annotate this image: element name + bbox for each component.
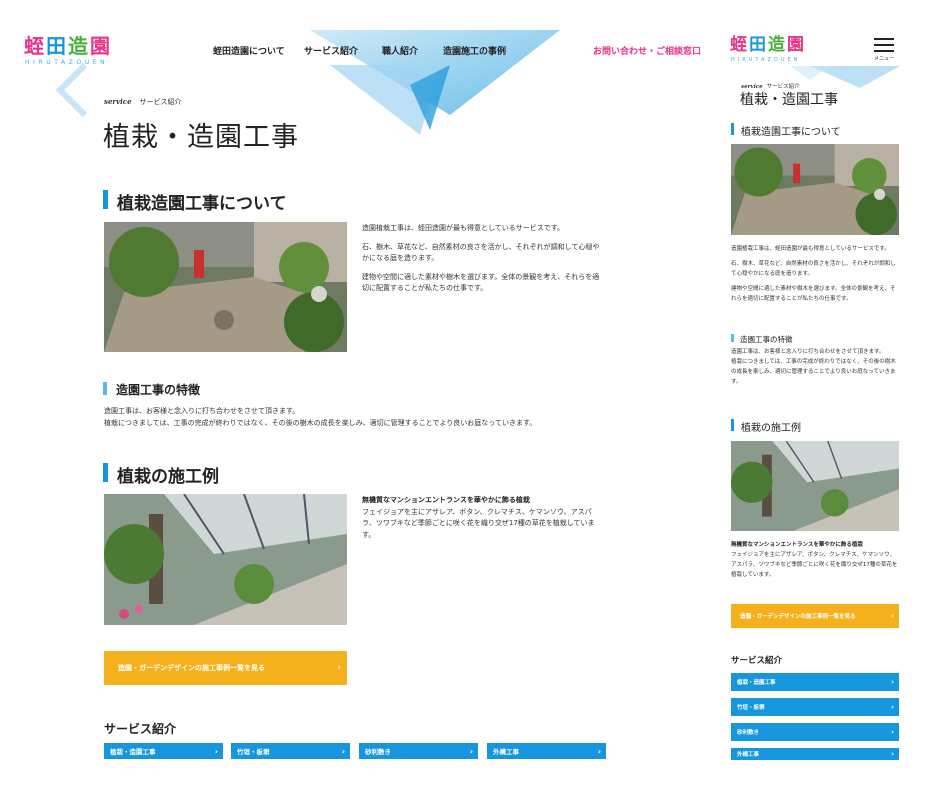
nav-contact[interactable]: お問い合わせ・ご相談窓口	[593, 44, 701, 57]
mobile-feature-text: 造園工事は、お客様と念入りに打ち合わせをさせて頂きます。 植栽につきましては、工…	[731, 347, 899, 387]
nav-craftsmen[interactable]: 職人紹介	[382, 44, 418, 57]
logo-char: 造	[768, 35, 785, 55]
nav-about[interactable]: 蛭田造園について	[213, 44, 285, 57]
mobile-site-logo[interactable]: 蛭 田 造 園 HIRUTAZOUEN	[730, 35, 806, 64]
breadcrumb-script[interactable]: service	[104, 97, 132, 106]
mobile-heading-about: 植栽造園工事について	[731, 123, 841, 138]
garden-photo	[104, 222, 347, 352]
mobile-heading-cases: 植栽の施工例	[731, 419, 801, 434]
about-paragraph: 建物や空間に適した素材や樹木を選びます。全体の景観を考え、それらを適切に配置する…	[362, 272, 600, 293]
hamburger-menu-icon[interactable]: メニュー	[874, 38, 894, 62]
menu-label: メニュー	[874, 56, 895, 62]
section-heading-feature: 造園工事の特徴	[103, 381, 200, 398]
mobile-service-button-exterior[interactable]: 外構工事 ›	[731, 748, 899, 760]
services-heading: サービス紹介	[104, 722, 177, 736]
feature-text: 造園工事は、お客様と念入りに打ち合わせをさせて頂きます。 植栽につきましては、工…	[104, 406, 664, 429]
section-heading-cases: 植栽の施工例	[103, 462, 219, 487]
chevron-right-icon: ›	[341, 746, 345, 756]
site-logo[interactable]: 蛭 田 造 園 HIRUTAZOUEN	[24, 34, 112, 66]
mobile-services-heading: サービス紹介	[731, 656, 783, 666]
logo-char: 蛭	[24, 34, 44, 58]
mobile-case-list-button[interactable]: 造園・ガーデンデザインの施工事例一覧を見る ›	[731, 604, 899, 628]
case-description: フェイジョアを主にアザレア、ボタン、クレマチス、ケマンソウ、アスパラ、ツワブキな…	[731, 552, 898, 578]
chevron-right-icon: ›	[891, 750, 894, 758]
about-paragraph: 造園植栽工事は、蛭田造園が最も得意としているサービスです。	[362, 224, 565, 232]
breadcrumb: service サービス紹介	[104, 97, 182, 107]
feature-paragraph: 造園工事は、お客様と念入りに打ち合わせをさせて頂きます。	[104, 407, 300, 415]
logo-char: 園	[787, 35, 804, 55]
about-paragraph: 石、樹木、草花など、自然素材の良さを活かし、それぞれが調和して心穏やかになる庭を…	[731, 261, 896, 277]
case-list-label: 造園・ガーデンデザインの施工事例一覧を見る	[740, 614, 856, 620]
logo-char: 蛭	[730, 35, 747, 55]
logo-char: 田	[749, 35, 766, 55]
feature-paragraph: 植栽につきましては、工事の完成が終わりではなく、その後の樹木の成長を楽しみ、適切…	[731, 359, 896, 385]
decor-triangle-left	[55, 62, 88, 118]
case-text: 無機質なマンションエントランスを華やかに飾る植栽 フェイジョアを主にアザレア、ボ…	[362, 495, 602, 541]
about-paragraph: 石、樹木、草花など、自然素材の良さを活かし、それぞれが調和して心穏やかになる庭を…	[362, 242, 600, 263]
service-label: 外構工事	[737, 752, 760, 758]
service-button-planting[interactable]: 植栽・造園工事 ›	[104, 743, 223, 759]
section-heading-about: 植栽造園工事について	[103, 189, 287, 214]
nav-services[interactable]: サービス紹介	[304, 44, 358, 57]
chevron-right-icon: ›	[469, 746, 473, 756]
mobile-service-button-fence[interactable]: 竹垣・板塀 ›	[731, 698, 899, 716]
chevron-right-icon: ›	[891, 703, 894, 711]
case-title: 無機質なマンションエントランスを華やかに飾る植栽	[362, 496, 530, 504]
mobile-heading-feature: 造園工事の特徴	[731, 334, 793, 345]
mobile-garden-photo	[731, 144, 899, 235]
mobile-case-photo	[731, 441, 899, 531]
logo-subtitle: HIRUTAZOUEN	[25, 59, 109, 66]
logo-char: 園	[90, 34, 110, 58]
logo-char: 造	[68, 34, 88, 58]
service-label: 砂利敷き	[365, 748, 391, 756]
logo-char: 田	[46, 34, 66, 58]
decor-triangles-top	[310, 30, 560, 135]
service-label: 砂利敷き	[737, 730, 760, 736]
chevron-right-icon: ›	[214, 746, 218, 756]
chevron-right-icon: ›	[597, 746, 601, 756]
service-label: 竹垣・板塀	[737, 705, 765, 711]
service-button-fence[interactable]: 竹垣・板塀 ›	[231, 743, 350, 759]
page-title: 植栽・造園工事	[103, 122, 299, 153]
nav-cases[interactable]: 造園施工の事例	[443, 44, 506, 57]
service-button-exterior[interactable]: 外構工事 ›	[487, 743, 606, 759]
mobile-page-title: 植栽・造園工事	[740, 92, 838, 108]
case-list-label: 造園・ガーデンデザインの施工事例一覧を見る	[118, 664, 265, 672]
about-paragraph: 造園植栽工事は、蛭田造園が最も得意としているサービスです。	[731, 246, 890, 252]
service-label: 植栽・造園工事	[110, 748, 156, 756]
service-button-gravel[interactable]: 砂利敷き ›	[359, 743, 478, 759]
logo-subtitle: HIRUTAZOUEN	[731, 57, 801, 63]
service-label: 植栽・造園工事	[737, 680, 776, 686]
chevron-right-icon: ›	[891, 728, 894, 736]
decor-triangle-mobile	[790, 66, 900, 88]
about-text: 造園植栽工事は、蛭田造園が最も得意としているサービスです。 石、樹木、草花など、…	[362, 223, 602, 295]
service-label: 外構工事	[493, 748, 519, 756]
service-label: 竹垣・板塀	[237, 748, 270, 756]
chevron-right-icon: ›	[891, 678, 894, 686]
feature-paragraph: 造園工事は、お客様と念入りに打ち合わせをさせて頂きます。	[731, 349, 885, 355]
mobile-service-button-planting[interactable]: 植栽・造園工事 ›	[731, 673, 899, 691]
case-list-button[interactable]: 造園・ガーデンデザインの施工事例一覧を見る ›	[104, 651, 347, 685]
chevron-right-icon: ›	[337, 663, 341, 673]
mobile-about-text: 造園植栽工事は、蛭田造園が最も得意としているサービスです。 石、樹木、草花など、…	[731, 244, 899, 304]
mobile-service-button-gravel[interactable]: 砂利敷き ›	[731, 723, 899, 741]
case-title: 無機質なマンションエントランスを華やかに飾る植栽	[731, 542, 863, 548]
mobile-case-text: 無機質なマンションエントランスを華やかに飾る植栽 フェイジョアを主にアザレア、ボ…	[731, 540, 899, 580]
case-description: フェイジョアを主にアザレア、ボタン、クレマチス、ケマンソウ、アスパラ、ツワブキな…	[362, 507, 595, 539]
about-paragraph: 建物や空間に適した素材や樹木を選びます。全体の景観を考え、それらを適切に配置する…	[731, 286, 896, 302]
case-photo	[104, 494, 347, 625]
chevron-right-icon: ›	[891, 612, 894, 620]
feature-paragraph: 植栽につきましては、工事の完成が終わりではなく、その後の樹木の成長を楽しみ、適切…	[104, 418, 537, 427]
breadcrumb-current: サービス紹介	[139, 98, 182, 106]
